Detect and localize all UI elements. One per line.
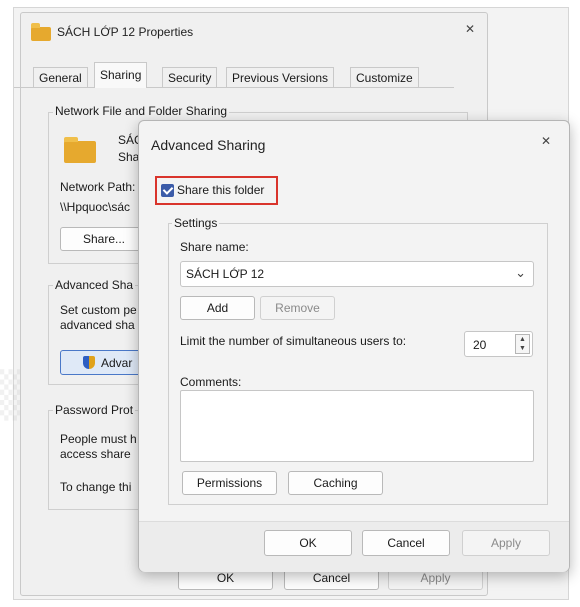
password-desc-1: People must h: [60, 432, 137, 446]
advanced-sharing-title: Advanced Sharing: [151, 137, 266, 153]
advanced-close-icon[interactable]: ✕: [541, 134, 551, 148]
advanced-sharing-desc-1: Set custom pe: [60, 303, 137, 317]
password-desc-2: access share: [60, 447, 131, 461]
settings-group-title: Settings: [172, 216, 220, 230]
advanced-sharing-button-label: Advar: [101, 356, 133, 370]
advanced-sharing-button[interactable]: Advar: [60, 350, 150, 375]
remove-button[interactable]: Remove: [260, 296, 335, 320]
tab-sharing[interactable]: Sharing: [94, 62, 148, 88]
advanced-sharing-group-title: Advanced Sha: [53, 278, 136, 292]
limit-users-value: 20: [473, 338, 487, 352]
network-sharing-group-title: Network File and Folder Sharing: [53, 104, 230, 118]
caching-button[interactable]: Caching: [288, 471, 383, 495]
share-button[interactable]: Share...: [60, 227, 148, 251]
shared-folder-icon: [64, 137, 96, 163]
limit-users-label: Limit the number of simultaneous users t…: [180, 334, 407, 348]
spinner-icon[interactable]: ▲ ▼: [515, 334, 530, 354]
tab-customize[interactable]: Customize: [350, 67, 419, 87]
permissions-button[interactable]: Permissions: [182, 471, 277, 495]
advanced-sharing-desc-2: advanced sha: [60, 318, 135, 332]
shield-icon: [83, 356, 95, 369]
network-path-label: Network Path:: [60, 180, 136, 194]
comments-label: Comments:: [180, 375, 242, 389]
close-icon[interactable]: ✕: [465, 22, 475, 36]
share-folder-checkbox[interactable]: [161, 184, 174, 197]
share-name-value: SÁCH LỚP 12: [186, 267, 265, 281]
advanced-cancel-button[interactable]: Cancel: [362, 530, 450, 556]
tab-general[interactable]: General: [33, 67, 88, 87]
properties-title: SÁCH LỚP 12 Properties: [57, 25, 194, 39]
chevron-down-icon[interactable]: ⌄: [515, 265, 526, 281]
folder-share-state: Sha: [118, 150, 140, 164]
advanced-ok-button[interactable]: OK: [264, 530, 352, 556]
share-name-combobox[interactable]: SÁCH LỚP 12 ⌄: [180, 261, 534, 287]
tab-previous-versions[interactable]: Previous Versions: [226, 67, 335, 87]
comments-textarea[interactable]: [180, 390, 534, 462]
limit-users-spinner[interactable]: 20 ▲ ▼: [464, 331, 533, 357]
password-desc-3: To change thi: [60, 480, 132, 494]
share-name-label: Share name:: [180, 240, 249, 254]
tab-security[interactable]: Security: [162, 67, 218, 87]
folder-icon: [31, 23, 51, 41]
password-protection-group-title: Password Prot: [53, 403, 136, 417]
advanced-apply-button[interactable]: Apply: [462, 530, 550, 556]
network-path-value: \\Hpquoc\sác: [60, 200, 131, 214]
add-button[interactable]: Add: [180, 296, 255, 320]
share-folder-label[interactable]: Share this folder: [177, 183, 264, 197]
